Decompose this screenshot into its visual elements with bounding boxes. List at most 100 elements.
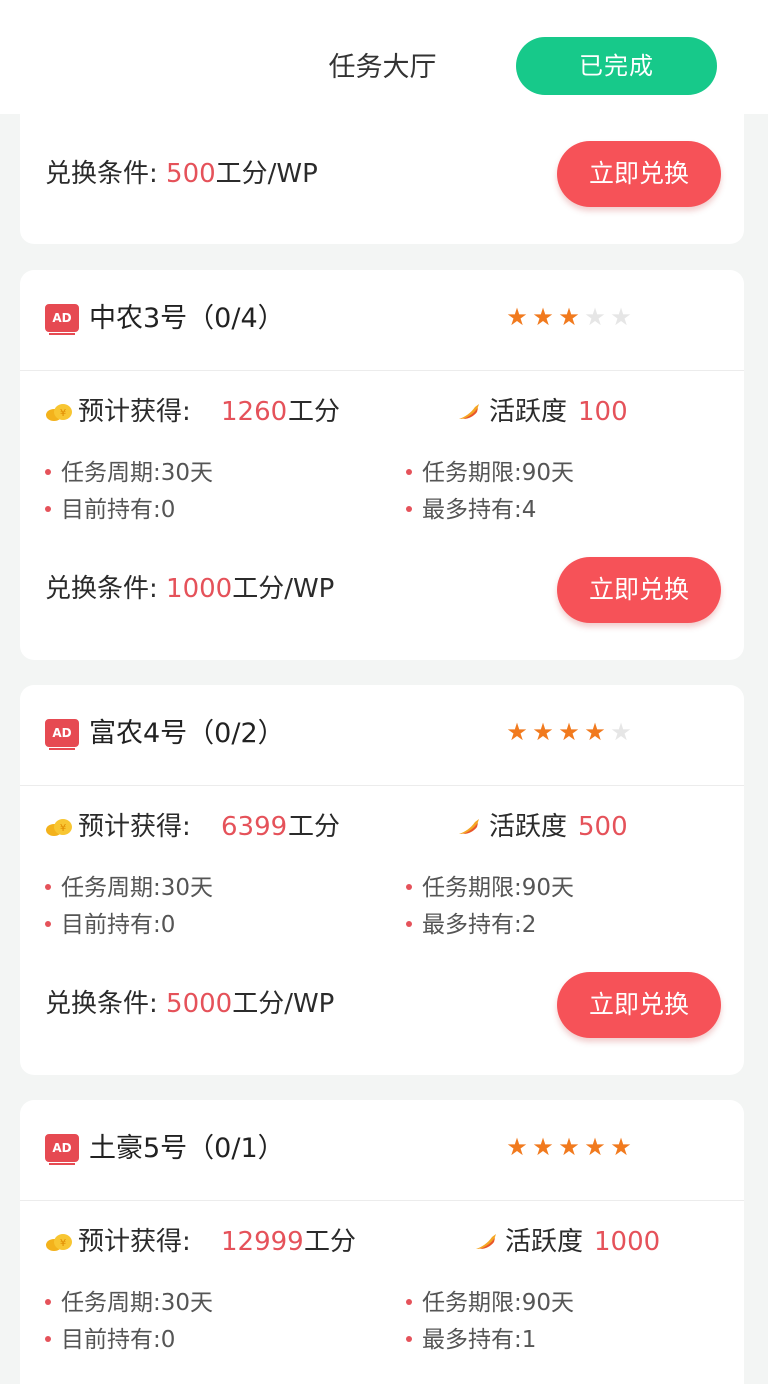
gain-label: 预计获得: — [78, 397, 191, 427]
exchange-condition-label: 兑换条件: — [45, 159, 158, 189]
gain-label: 预计获得: — [78, 1227, 191, 1257]
exchange-condition: 兑换条件: 500工分/WP — [45, 155, 318, 193]
bullet-dot — [406, 920, 412, 927]
bullet-dot — [45, 505, 51, 512]
svg-text:¥: ¥ — [60, 823, 66, 834]
star-icon: ★ — [532, 1133, 554, 1161]
star-rating: ★ ★ ★ ★ ★ — [506, 303, 632, 331]
task-limit-label: 任务期限: — [422, 460, 522, 486]
bullet-dot — [45, 883, 51, 890]
star-icon: ★ — [532, 718, 554, 746]
top-bar: 任务大厅 已完成 — [0, 0, 768, 114]
gain-row: ¥ 预计获得: 6399 工分 活跃度 500 — [45, 808, 725, 846]
task-card-body: ¥ 预计获得: 12999 工分 活跃度 1000 任务周期:30天 任务期限:… — [20, 1201, 744, 1384]
current-holding-label: 目前持有: — [61, 1327, 161, 1353]
task-limit-value: 90天 — [521, 1290, 575, 1316]
bullet-dot — [406, 1335, 412, 1342]
active-value: 1000 — [594, 1227, 661, 1257]
current-holding-value: 0 — [160, 1327, 176, 1353]
exchange-condition: 兑换条件: 1000工分/WP — [45, 570, 334, 608]
task-cycle: 任务周期:30天 — [45, 872, 213, 904]
coin-icon: ¥ — [46, 1234, 72, 1251]
task-limit-value: 90天 — [521, 875, 575, 901]
exchange-condition-value: 500 — [166, 159, 216, 189]
exchange-condition-suffix: 工分/WP — [232, 574, 335, 604]
star-icon: ★ — [610, 303, 632, 331]
current-holding: 目前持有:0 — [45, 1324, 175, 1356]
bullet-dot — [406, 505, 412, 512]
max-holding-value: 4 — [521, 497, 537, 523]
gain-unit: 工分 — [304, 1227, 357, 1257]
star-icon: ★ — [558, 1133, 580, 1161]
active-value: 500 — [578, 812, 628, 842]
task-cycle-label: 任务周期: — [61, 875, 161, 901]
flame-icon — [459, 819, 479, 834]
max-holding-value: 2 — [521, 912, 537, 938]
star-icon: ★ — [506, 303, 528, 331]
task-card: AD 富农4号（0/2） ★ ★ ★ ★ ★ ¥ 预计获得: 6399 工分 活… — [20, 685, 744, 1075]
task-card: AD 土豪5号（0/1） ★ ★ ★ ★ ★ ¥ 预计获得: 12999 工分 … — [20, 1100, 744, 1384]
svg-text:¥: ¥ — [60, 1238, 66, 1249]
star-rating: ★ ★ ★ ★ ★ — [506, 718, 632, 746]
redeem-button[interactable]: 立即兑换 — [557, 972, 721, 1038]
task-name: 土豪5号（0/1） — [89, 1133, 285, 1164]
svg-text:¥: ¥ — [60, 408, 66, 419]
current-holding-value: 0 — [160, 912, 176, 938]
task-card-partial: 兑换条件: 500工分/WP 立即兑换 — [20, 100, 744, 244]
coin-icon: ¥ — [46, 819, 72, 836]
exchange-condition-label: 兑换条件: — [45, 989, 158, 1019]
star-icon: ★ — [584, 303, 606, 331]
gain-value: 6399 — [221, 812, 288, 842]
star-icon: ★ — [532, 303, 554, 331]
task-card-header: AD 中农3号（0/4） ★ ★ ★ ★ ★ — [20, 270, 744, 371]
active-label: 活跃度 — [489, 812, 568, 842]
bullet-dot — [406, 468, 412, 475]
star-rating: ★ ★ ★ ★ ★ — [506, 1133, 632, 1161]
task-card-header: AD 土豪5号（0/1） ★ ★ ★ ★ ★ — [20, 1100, 744, 1201]
current-holding-label: 目前持有: — [61, 912, 161, 938]
redeem-button[interactable]: 立即兑换 — [557, 557, 721, 623]
gain-unit: 工分 — [288, 812, 341, 842]
task-limit: 任务期限:90天 — [406, 872, 574, 904]
active-label: 活跃度 — [489, 397, 568, 427]
gain-row: ¥ 预计获得: 12999 工分 活跃度 1000 — [45, 1223, 725, 1261]
star-icon: ★ — [610, 718, 632, 746]
max-holding-value: 1 — [521, 1327, 537, 1353]
ad-icon-underline — [49, 333, 75, 335]
ad-icon: AD — [45, 1134, 79, 1162]
max-holding: 最多持有:1 — [406, 1324, 536, 1356]
star-icon: ★ — [584, 718, 606, 746]
max-holding-label: 最多持有: — [422, 1327, 522, 1353]
star-icon: ★ — [558, 303, 580, 331]
task-cycle-value: 30天 — [160, 460, 214, 486]
current-holding-label: 目前持有: — [61, 497, 161, 523]
task-name: 富农4号（0/2） — [89, 718, 285, 749]
active-value: 100 — [578, 397, 628, 427]
gain-unit: 工分 — [288, 397, 341, 427]
task-cycle-value: 30天 — [160, 875, 214, 901]
task-cycle-label: 任务周期: — [61, 460, 161, 486]
bullet-dot — [45, 468, 51, 475]
coin-icon: ¥ — [46, 404, 72, 421]
completed-tab-button[interactable]: 已完成 — [516, 37, 717, 95]
exchange-condition-value: 5000 — [166, 989, 233, 1019]
exchange-condition: 兑换条件: 5000工分/WP — [45, 985, 334, 1023]
redeem-button[interactable]: 立即兑换 — [557, 141, 721, 207]
gain-row: ¥ 预计获得: 1260 工分 活跃度 100 — [45, 393, 725, 431]
star-icon: ★ — [506, 1133, 528, 1161]
current-holding-value: 0 — [160, 497, 176, 523]
max-holding-label: 最多持有: — [422, 497, 522, 523]
page-title: 任务大厅 — [328, 52, 437, 83]
exchange-condition-suffix: 工分/WP — [232, 989, 335, 1019]
star-icon: ★ — [610, 1133, 632, 1161]
task-limit-label: 任务期限: — [422, 875, 522, 901]
exchange-condition-value: 1000 — [166, 574, 233, 604]
flame-icon — [476, 1234, 496, 1249]
current-holding: 目前持有:0 — [45, 909, 175, 941]
flame-icon — [459, 404, 479, 419]
task-limit: 任务期限:90天 — [406, 1287, 574, 1319]
bullet-dot — [45, 1335, 51, 1342]
task-limit-value: 90天 — [521, 460, 575, 486]
star-icon: ★ — [584, 1133, 606, 1161]
gain-label: 预计获得: — [78, 812, 191, 842]
